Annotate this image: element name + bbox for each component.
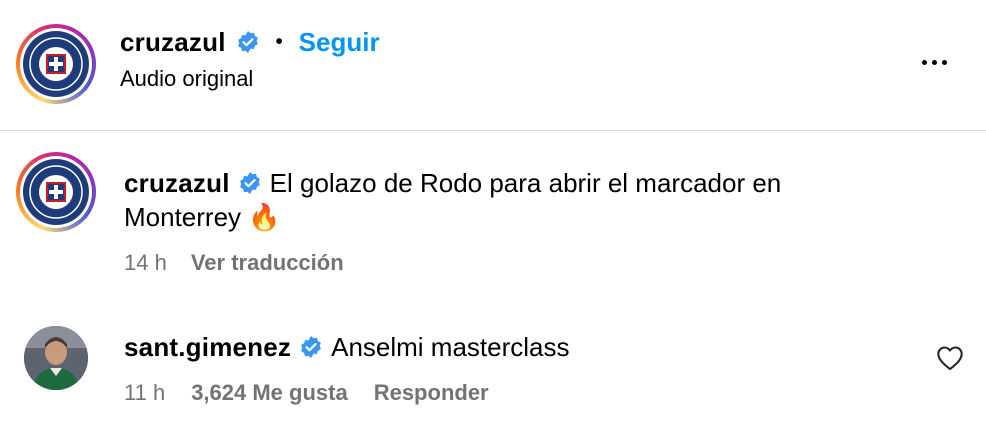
post-header: cruzazul • Seguir Audio original [0,0,986,130]
comment-timestamp[interactable]: 11 h [124,380,165,406]
profile-photo-icon [24,326,88,390]
commenter-avatar[interactable] [24,326,88,390]
caption-timestamp[interactable]: 14 h [124,250,167,276]
separator-dot: • [275,30,283,53]
comment-meta: 11 h 3,624 Me gusta Responder [124,380,489,406]
header-divider [0,130,986,131]
like-heart-icon[interactable] [936,345,964,371]
comment-body: sant.gimenez Anselmi masterclass [124,330,570,364]
comment-username[interactable]: sant.gimenez [124,330,291,364]
more-options-button[interactable] [916,52,952,72]
more-dot-icon [931,59,937,65]
comment-likes-count[interactable]: 3,624 Me gusta [191,380,348,406]
verified-badge-icon [239,172,260,195]
see-translation-button[interactable]: Ver traducción [191,250,344,276]
comment-text: Anselmi masterclass [331,332,570,362]
header-title-row: cruzazul • Seguir [120,24,380,60]
caption-body: cruzazul El golazo de Rodo para abrir el… [124,166,884,234]
verified-badge-icon [237,31,258,53]
reply-button[interactable]: Responder [374,380,489,406]
club-crest-icon [23,31,89,97]
follow-button[interactable]: Seguir [299,27,380,58]
audio-label[interactable]: Audio original [120,66,253,92]
header-username[interactable]: cruzazul [120,27,226,58]
caption-meta: 14 h Ver traducción [124,250,344,276]
caption-avatar[interactable] [16,152,96,232]
cruzazul-avatar[interactable] [16,24,96,104]
more-dot-icon [921,59,927,65]
reel-comments-panel: cruzazul • Seguir Audio original cruzazu… [0,0,986,448]
verified-badge-icon [301,336,322,358]
more-dot-icon [941,59,947,65]
club-crest-icon [23,159,89,225]
caption-username[interactable]: cruzazul [124,168,230,198]
